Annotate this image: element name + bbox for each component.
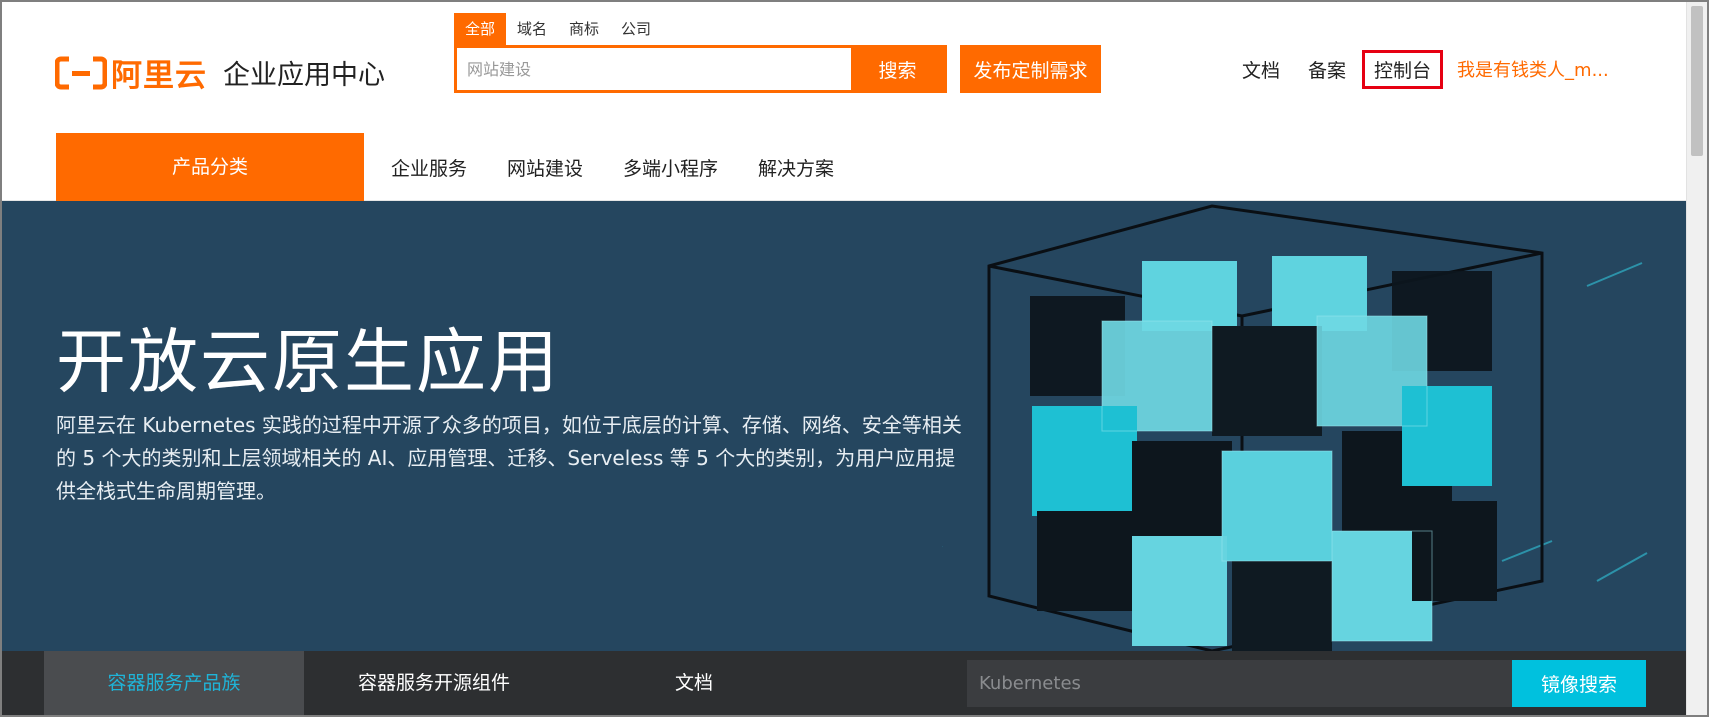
search-tab-company[interactable]: 公司 bbox=[610, 13, 662, 45]
image-search-button[interactable]: 镜像搜索 bbox=[1512, 660, 1646, 707]
image-search-input[interactable] bbox=[967, 660, 1512, 707]
vertical-scrollbar[interactable] bbox=[1686, 2, 1707, 715]
search-button[interactable]: 搜索 bbox=[851, 48, 944, 90]
logo-brand: 阿里云 bbox=[111, 58, 207, 94]
user-account-link[interactable]: 我是有钱类人_m... bbox=[1457, 56, 1609, 82]
search-tab-domain[interactable]: 域名 bbox=[506, 13, 558, 45]
main-nav: 产品分类 企业服务 网站建设 多端小程序 解决方案 bbox=[2, 133, 1686, 201]
logo-subtitle: 企业应用中心 bbox=[223, 60, 385, 91]
search-box: 搜索 bbox=[454, 45, 947, 93]
banner-description: 阿里云在 Kubernetes 实践的过程中开源了众多的项目，如位于底层的计算、… bbox=[56, 413, 962, 503]
console-link[interactable]: 控制台 bbox=[1362, 49, 1444, 89]
image-search: 镜像搜索 bbox=[967, 660, 1646, 707]
publish-request-button[interactable]: 发布定制需求 bbox=[960, 45, 1101, 93]
subtab-opensource-components[interactable]: 容器服务开源组件 bbox=[304, 651, 564, 715]
nav-item-solutions[interactable]: 解决方案 bbox=[758, 154, 834, 181]
nav-product-category[interactable]: 产品分类 bbox=[56, 133, 364, 201]
scrollbar-thumb[interactable] bbox=[1691, 6, 1703, 156]
cube-illustration bbox=[942, 204, 1648, 651]
top-links: 文档 备案 控制台 我是有钱类人_m... bbox=[1242, 49, 1609, 89]
search-tab-trademark[interactable]: 商标 bbox=[558, 13, 610, 45]
search-tab-all[interactable]: 全部 bbox=[454, 13, 507, 45]
nav-item-mini-programs[interactable]: 多端小程序 bbox=[623, 154, 718, 181]
nav-items: 企业服务 网站建设 多端小程序 解决方案 bbox=[391, 133, 874, 201]
subtab-docs[interactable]: 文档 bbox=[564, 651, 824, 715]
search-input[interactable] bbox=[457, 48, 851, 90]
product-subbar: 容器服务产品族 容器服务开源组件 文档 镜像搜索 bbox=[2, 651, 1686, 715]
filing-link[interactable]: 备案 bbox=[1308, 56, 1346, 83]
browser-window: 阿里云 企业应用中心 全部 域名 商标 公司 搜索 发布定制需求 文档 备案 控… bbox=[2, 2, 1707, 715]
docs-link[interactable]: 文档 bbox=[1242, 56, 1280, 83]
aliyun-logo-icon bbox=[55, 56, 107, 89]
banner-title: 开放云原生应用 bbox=[56, 321, 560, 403]
page-content: 阿里云 企业应用中心 全部 域名 商标 公司 搜索 发布定制需求 文档 备案 控… bbox=[2, 2, 1686, 715]
logo[interactable]: 阿里云 企业应用中心 bbox=[55, 50, 385, 95]
nav-item-website-building[interactable]: 网站建设 bbox=[507, 154, 583, 181]
nav-item-enterprise-services[interactable]: 企业服务 bbox=[391, 154, 467, 181]
hero-banner: 开放云原生应用 阿里云在 Kubernetes 实践的过程中开源了众多的项目，如… bbox=[2, 201, 1686, 651]
subtab-container-products[interactable]: 容器服务产品族 bbox=[44, 651, 304, 715]
search-tabs: 全部 域名 商标 公司 bbox=[454, 13, 662, 45]
